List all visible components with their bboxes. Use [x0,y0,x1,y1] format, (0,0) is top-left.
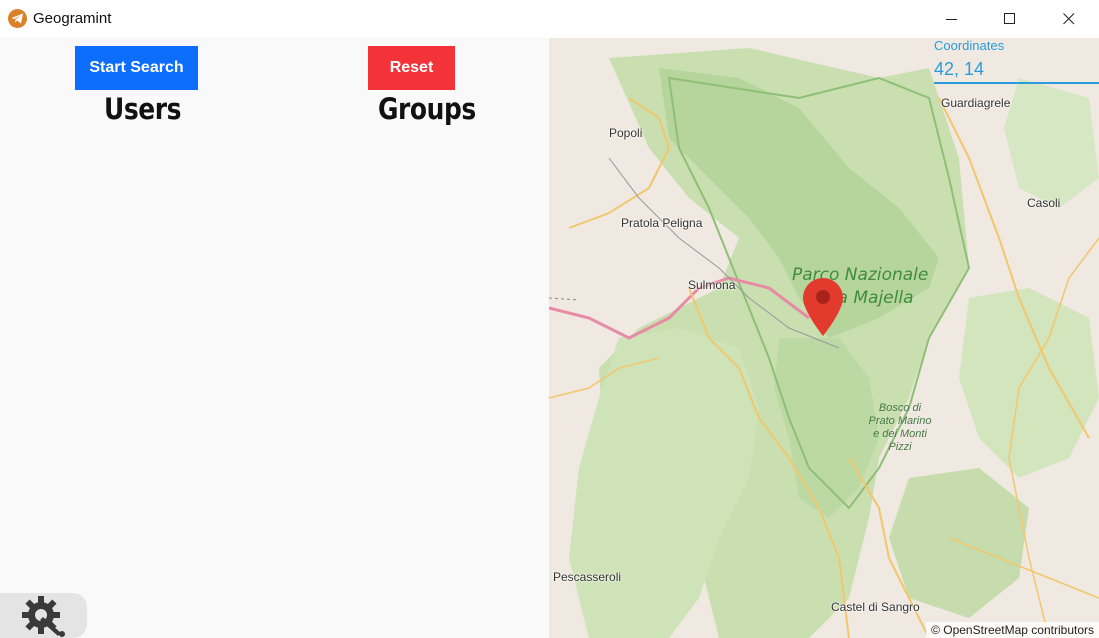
place-pratola: Pratola Peligna [621,216,703,230]
window-title: Geogramint [33,10,112,27]
close-icon [1063,13,1075,25]
place-guardiagrele: Guardiagrele [941,96,1011,110]
map-view[interactable]: Guardiagrele Popoli Casoli Pratola Pelig… [549,38,1099,638]
results-pane: Start Search Reset Users Groups [0,38,549,638]
place-castel: Castel di Sangro [831,600,920,614]
place-pescasseroli: Pescasseroli [553,570,622,584]
map-attribution[interactable]: © OpenStreetMap contributors [926,622,1099,638]
maximize-icon [1004,13,1015,24]
bosco-line: e dei Monti [873,428,927,440]
reset-button[interactable]: Reset [368,46,455,90]
bosco-line: Prato Marino [868,415,932,427]
map-marker-icon[interactable] [803,278,843,336]
place-popoli: Popoli [609,126,643,140]
bosco-label: Bosco di Prato Marino e dei Monti Pizzi [860,402,940,454]
start-search-button[interactable]: Start Search [75,46,198,90]
place-sulmona: Sulmona [688,278,736,292]
title-bar: Geogramint [0,0,1099,38]
bosco-line: Pizzi [888,441,912,453]
telegram-icon [8,9,27,28]
coordinates-input[interactable] [934,56,1099,84]
groups-heading: Groups [378,92,476,126]
bosco-line: Bosco di [878,402,922,414]
maximize-button[interactable] [981,0,1039,38]
coordinates-label: Coordinates [934,38,1005,53]
close-button[interactable] [1040,0,1098,38]
place-casoli: Casoli [1027,196,1061,210]
settings-button[interactable] [0,593,87,638]
settings-gear-wrench-icon [22,596,65,637]
users-heading: Users [104,92,182,126]
minimize-icon [946,19,957,20]
minimize-button[interactable] [923,0,981,38]
